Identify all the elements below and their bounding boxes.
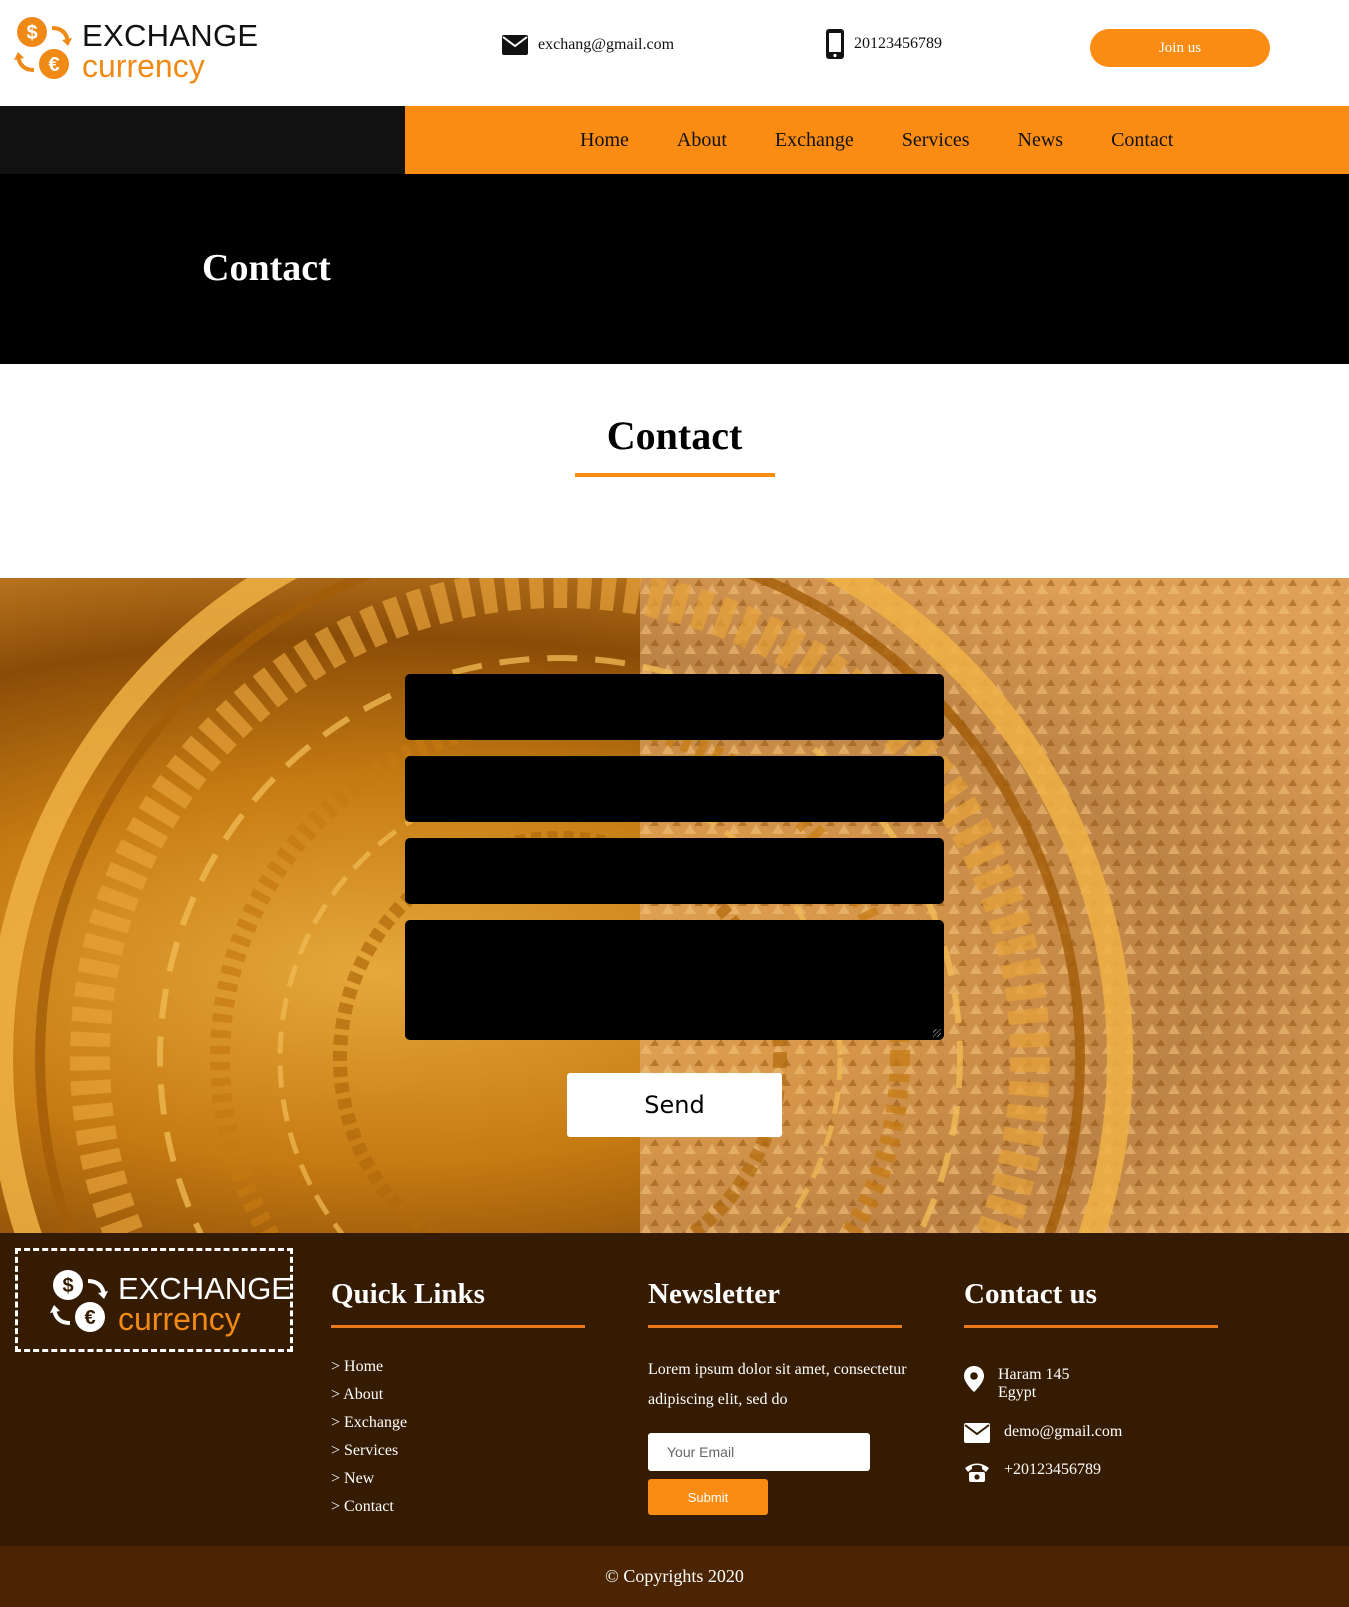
nav-item-news[interactable]: News <box>1018 129 1064 152</box>
contact-us-title: Contact us <box>964 1278 1097 1310</box>
map-pin-icon <box>964 1366 984 1392</box>
smartphone-icon <box>826 29 844 59</box>
newsletter-email-input[interactable] <box>648 1433 870 1471</box>
contact-address: Haram 145 Egypt <box>964 1366 1070 1402</box>
page-banner: Contact <box>0 174 1349 364</box>
quick-link-about[interactable]: > About <box>331 1381 407 1409</box>
quick-link-services[interactable]: > Services <box>331 1437 407 1465</box>
svg-text:€: € <box>48 54 59 76</box>
contact-form-section: Send <box>0 578 1349 1233</box>
site-footer: $ € EXCHANGE currency Quick Links > Home… <box>0 1233 1349 1546</box>
section-title: Contact <box>606 413 743 458</box>
site-logo[interactable]: $ € EXCHANGE currency <box>14 14 258 86</box>
newsletter-title: Newsletter <box>648 1278 781 1310</box>
quick-links-title: Quick Links <box>331 1278 485 1310</box>
svg-text:€: € <box>84 1307 95 1329</box>
quick-link-contact[interactable]: > Contact <box>331 1493 407 1521</box>
header-phone-text: 20123456789 <box>854 35 942 52</box>
address-line-2: Egypt <box>998 1384 1037 1401</box>
envelope-icon <box>502 35 528 55</box>
contact-phone[interactable]: +20123456789 <box>964 1461 1101 1483</box>
join-us-button[interactable]: Join us <box>1090 29 1270 67</box>
send-button[interactable]: Send <box>567 1073 782 1137</box>
quick-links-list: > Home > About > Exchange > Services > N… <box>331 1353 407 1521</box>
main-nav: Home About Exchange Services News Contac… <box>580 106 1221 174</box>
subject-field[interactable] <box>405 838 944 904</box>
quick-link-new[interactable]: > New <box>331 1465 407 1493</box>
header-email-text: exchang@gmail.com <box>538 36 675 53</box>
nav-item-services[interactable]: Services <box>902 129 970 152</box>
svg-text:$: $ <box>26 22 37 44</box>
message-textarea[interactable] <box>405 920 944 1040</box>
currency-exchange-icon: $ € <box>50 1270 108 1332</box>
nav-item-about[interactable]: About <box>677 129 727 152</box>
nav-item-home[interactable]: Home <box>580 129 629 152</box>
footer-logo-word-currency: currency <box>118 1301 241 1337</box>
contact-email-text: demo@gmail.com <box>1004 1423 1123 1440</box>
copyright-bar: © Copyrights 2020 <box>0 1546 1349 1607</box>
telephone-icon <box>965 1463 989 1482</box>
envelope-icon <box>964 1423 990 1443</box>
footer-logo[interactable]: $ € EXCHANGE currency <box>15 1248 293 1352</box>
contact-us-underline <box>964 1325 1218 1328</box>
header-phone[interactable]: 20123456789 <box>826 29 942 59</box>
nav-dark-block <box>0 106 405 174</box>
newsletter-submit-button[interactable]: Submit <box>648 1479 768 1515</box>
newsletter-text: Lorem ipsum dolor sit amet, consectetur … <box>648 1361 907 1408</box>
address-lines: Haram 145 Egypt <box>998 1366 1070 1402</box>
banner-title: Contact <box>202 247 331 289</box>
quick-link-exchange[interactable]: > Exchange <box>331 1409 407 1437</box>
quick-link-home[interactable]: > Home <box>331 1353 407 1381</box>
header-email[interactable]: exchang@gmail.com <box>502 33 674 57</box>
name-field[interactable] <box>405 674 944 740</box>
newsletter-underline <box>648 1325 902 1328</box>
logo-word-currency: currency <box>82 48 205 84</box>
email-field[interactable] <box>405 756 944 822</box>
top-header: $ € EXCHANGE currency exchang@gmail.com … <box>0 0 1349 106</box>
quick-links-underline <box>331 1325 585 1328</box>
address-line-1: Haram 145 <box>998 1366 1070 1383</box>
contact-phone-text: +20123456789 <box>1004 1461 1102 1478</box>
nav-item-exchange[interactable]: Exchange <box>775 129 854 152</box>
currency-exchange-icon: $ € <box>14 17 72 79</box>
contact-email[interactable]: demo@gmail.com <box>964 1423 1122 1443</box>
section-title-underline <box>575 473 775 477</box>
svg-text:$: $ <box>62 1275 73 1297</box>
resize-grip-icon[interactable] <box>933 1029 941 1037</box>
nav-item-contact[interactable]: Contact <box>1111 129 1173 152</box>
